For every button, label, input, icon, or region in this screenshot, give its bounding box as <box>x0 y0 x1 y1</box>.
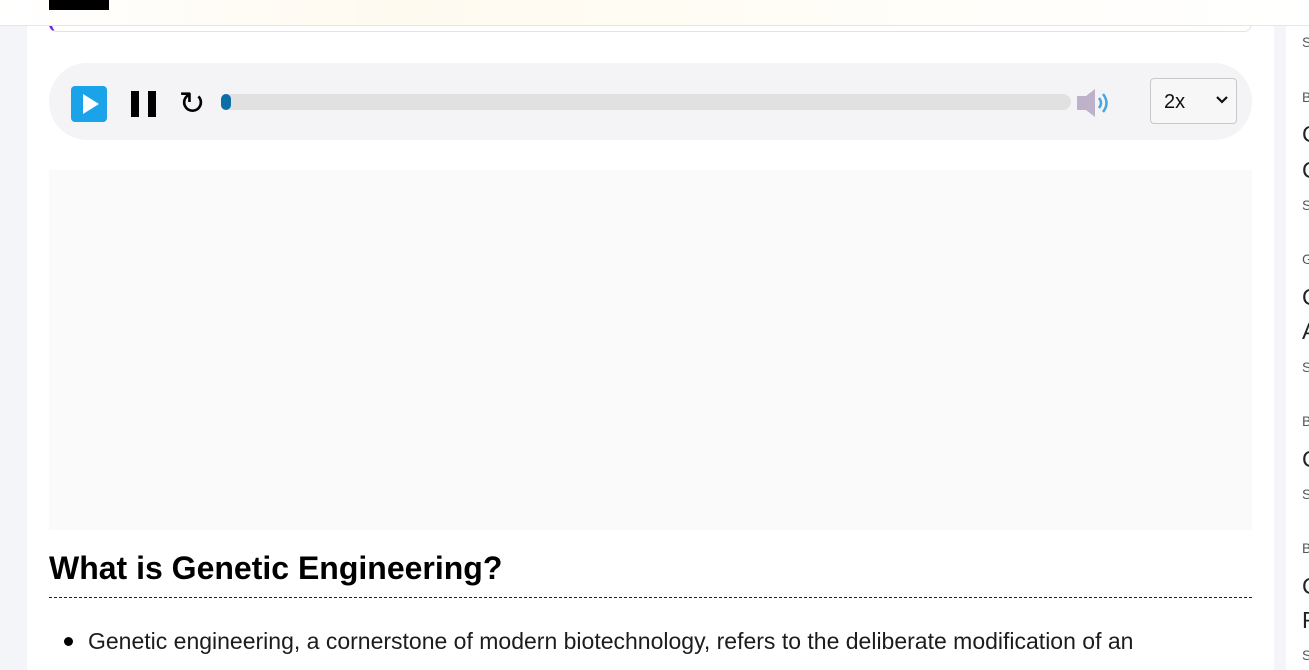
audio-progress-bar[interactable] <box>221 94 1071 110</box>
sidebar-item-text[interactable]: B <box>1302 413 1309 429</box>
play-button[interactable] <box>71 86 107 122</box>
article-bullet: Genetic engineering, a cornerstone of mo… <box>49 622 1252 660</box>
sidebar-item-text[interactable]: A <box>1302 318 1309 345</box>
sidebar-item-text[interactable]: F <box>1302 607 1309 634</box>
playback-speed-value: 2x <box>1164 91 1186 113</box>
replay-button[interactable]: ↻ <box>175 83 209 123</box>
play-icon <box>83 94 99 114</box>
sidebar-item-text[interactable]: B <box>1302 540 1309 556</box>
sidebar-item-text[interactable]: G <box>1302 251 1309 267</box>
sidebar-item-text[interactable]: S <box>1302 34 1309 50</box>
sidebar-item-text[interactable]: S <box>1302 359 1309 375</box>
pause-icon-bar-left <box>131 91 139 117</box>
sidebar-item-text[interactable]: C <box>1302 157 1309 184</box>
pause-icon-bar-right <box>148 91 156 117</box>
sidebar-item-text[interactable]: S <box>1302 486 1309 502</box>
sidebar-item-text[interactable]: B <box>1302 89 1309 105</box>
playback-speed-select[interactable]: 2x <box>1150 78 1237 124</box>
sidebar-item-text[interactable]: S <box>1302 647 1309 663</box>
sidebar-article-list: SBCCSGCASBCSBCFS <box>1286 0 1309 670</box>
replay-icon: ↻ <box>178 84 206 122</box>
section-heading: What is Genetic Engineering? <box>49 548 1252 598</box>
sidebar-item-text[interactable]: S <box>1302 197 1309 213</box>
sidebar-item-text[interactable]: C <box>1302 284 1309 311</box>
chevron-down-icon <box>1216 96 1228 104</box>
ad-placeholder <box>49 170 1252 530</box>
site-logo[interactable] <box>49 0 109 10</box>
volume-icon <box>1077 89 1108 117</box>
sidebar-item-text[interactable]: C <box>1302 573 1309 600</box>
site-header <box>0 0 1309 26</box>
volume-button[interactable] <box>1075 87 1115 119</box>
sidebar-item-text[interactable]: C <box>1302 446 1309 473</box>
pause-button[interactable] <box>131 91 159 117</box>
article-bullet-list: Genetic engineering, a cornerstone of mo… <box>49 622 1252 660</box>
audio-progress-fill <box>221 94 231 110</box>
sidebar-item-text[interactable]: C <box>1302 121 1309 148</box>
audio-player: ↻ 2x <box>49 63 1252 140</box>
